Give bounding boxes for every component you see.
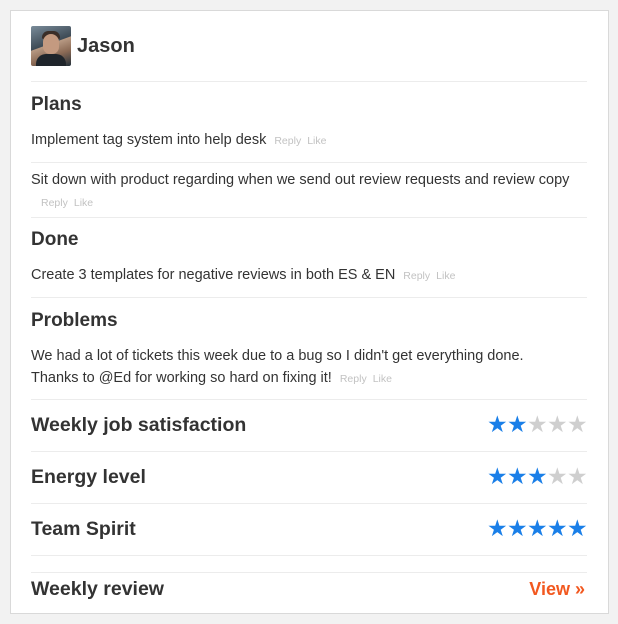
avatar[interactable] (31, 26, 71, 66)
star-filled-icon[interactable]: ★ (567, 518, 588, 541)
reply-link[interactable]: Reply (41, 197, 68, 209)
problem-item-line: We had a lot of tickets this week due to… (31, 348, 524, 364)
rating-label: Energy level (31, 466, 146, 488)
rating-label: Team Spirit (31, 518, 136, 540)
rating-row-team-spirit: Team Spirit ★ ★ ★ ★ ★ (31, 504, 588, 556)
star-empty-icon[interactable]: ★ (527, 414, 548, 437)
rating-label: Weekly job satisfaction (31, 414, 247, 436)
problems-title: Problems (31, 310, 118, 331)
done-item: Create 3 templates for negative reviews … (31, 264, 587, 298)
like-link[interactable]: Like (307, 135, 326, 147)
plan-item: Implement tag system into help desk Reply… (31, 128, 587, 163)
plans-title: Plans (31, 94, 82, 115)
weekly-review-row: Weekly review View » (31, 573, 587, 606)
star-filled-icon[interactable]: ★ (547, 518, 568, 541)
star-rating[interactable]: ★ ★ ★ ★ ★ (487, 518, 588, 541)
plan-item-actions: Reply Like (31, 191, 587, 214)
like-link[interactable]: Like (436, 270, 455, 282)
reply-link[interactable]: Reply (403, 270, 430, 282)
star-filled-icon[interactable]: ★ (527, 466, 548, 489)
star-filled-icon[interactable]: ★ (507, 466, 528, 489)
view-review-link[interactable]: View » (529, 579, 585, 600)
star-filled-icon[interactable]: ★ (507, 518, 528, 541)
like-link[interactable]: Like (373, 373, 392, 385)
star-rating[interactable]: ★ ★ ★ ★ ★ (487, 414, 588, 437)
star-filled-icon[interactable]: ★ (487, 466, 508, 489)
rating-row-energy-level: Energy level ★ ★ ★ ★ ★ (31, 452, 588, 504)
report-card: Jason Plans Implement tag system into he… (10, 10, 609, 614)
problem-item: We had a lot of tickets this week due to… (31, 345, 587, 400)
done-title: Done (31, 229, 79, 250)
plan-item-text: Implement tag system into help desk (31, 132, 267, 148)
reply-link[interactable]: Reply (340, 373, 367, 385)
user-name[interactable]: Jason (77, 35, 135, 58)
weekly-review-label: Weekly review (31, 578, 164, 600)
star-filled-icon[interactable]: ★ (487, 518, 508, 541)
problem-item-text: Thanks to @Ed for working so hard on fix… (31, 370, 332, 386)
avatar-body (36, 54, 66, 66)
plan-item: Sit down with product regarding when we … (31, 163, 587, 218)
divider (31, 556, 587, 573)
star-empty-icon[interactable]: ★ (567, 466, 588, 489)
plan-item-text: Sit down with product regarding when we … (31, 172, 570, 188)
star-rating[interactable]: ★ ★ ★ ★ ★ (487, 466, 588, 489)
user-header: Jason (31, 11, 587, 82)
reply-link[interactable]: Reply (274, 135, 301, 147)
star-empty-icon[interactable]: ★ (567, 414, 588, 437)
star-empty-icon[interactable]: ★ (547, 466, 568, 489)
star-filled-icon[interactable]: ★ (527, 518, 548, 541)
rating-row-job-satisfaction: Weekly job satisfaction ★ ★ ★ ★ ★ (31, 400, 588, 452)
like-link[interactable]: Like (74, 197, 93, 209)
star-filled-icon[interactable]: ★ (507, 414, 528, 437)
problem-item-line-2: Thanks to @Ed for working so hard on fix… (31, 367, 587, 390)
done-item-text: Create 3 templates for negative reviews … (31, 267, 396, 283)
star-empty-icon[interactable]: ★ (547, 414, 568, 437)
avatar-face (43, 34, 59, 54)
star-filled-icon[interactable]: ★ (487, 414, 508, 437)
